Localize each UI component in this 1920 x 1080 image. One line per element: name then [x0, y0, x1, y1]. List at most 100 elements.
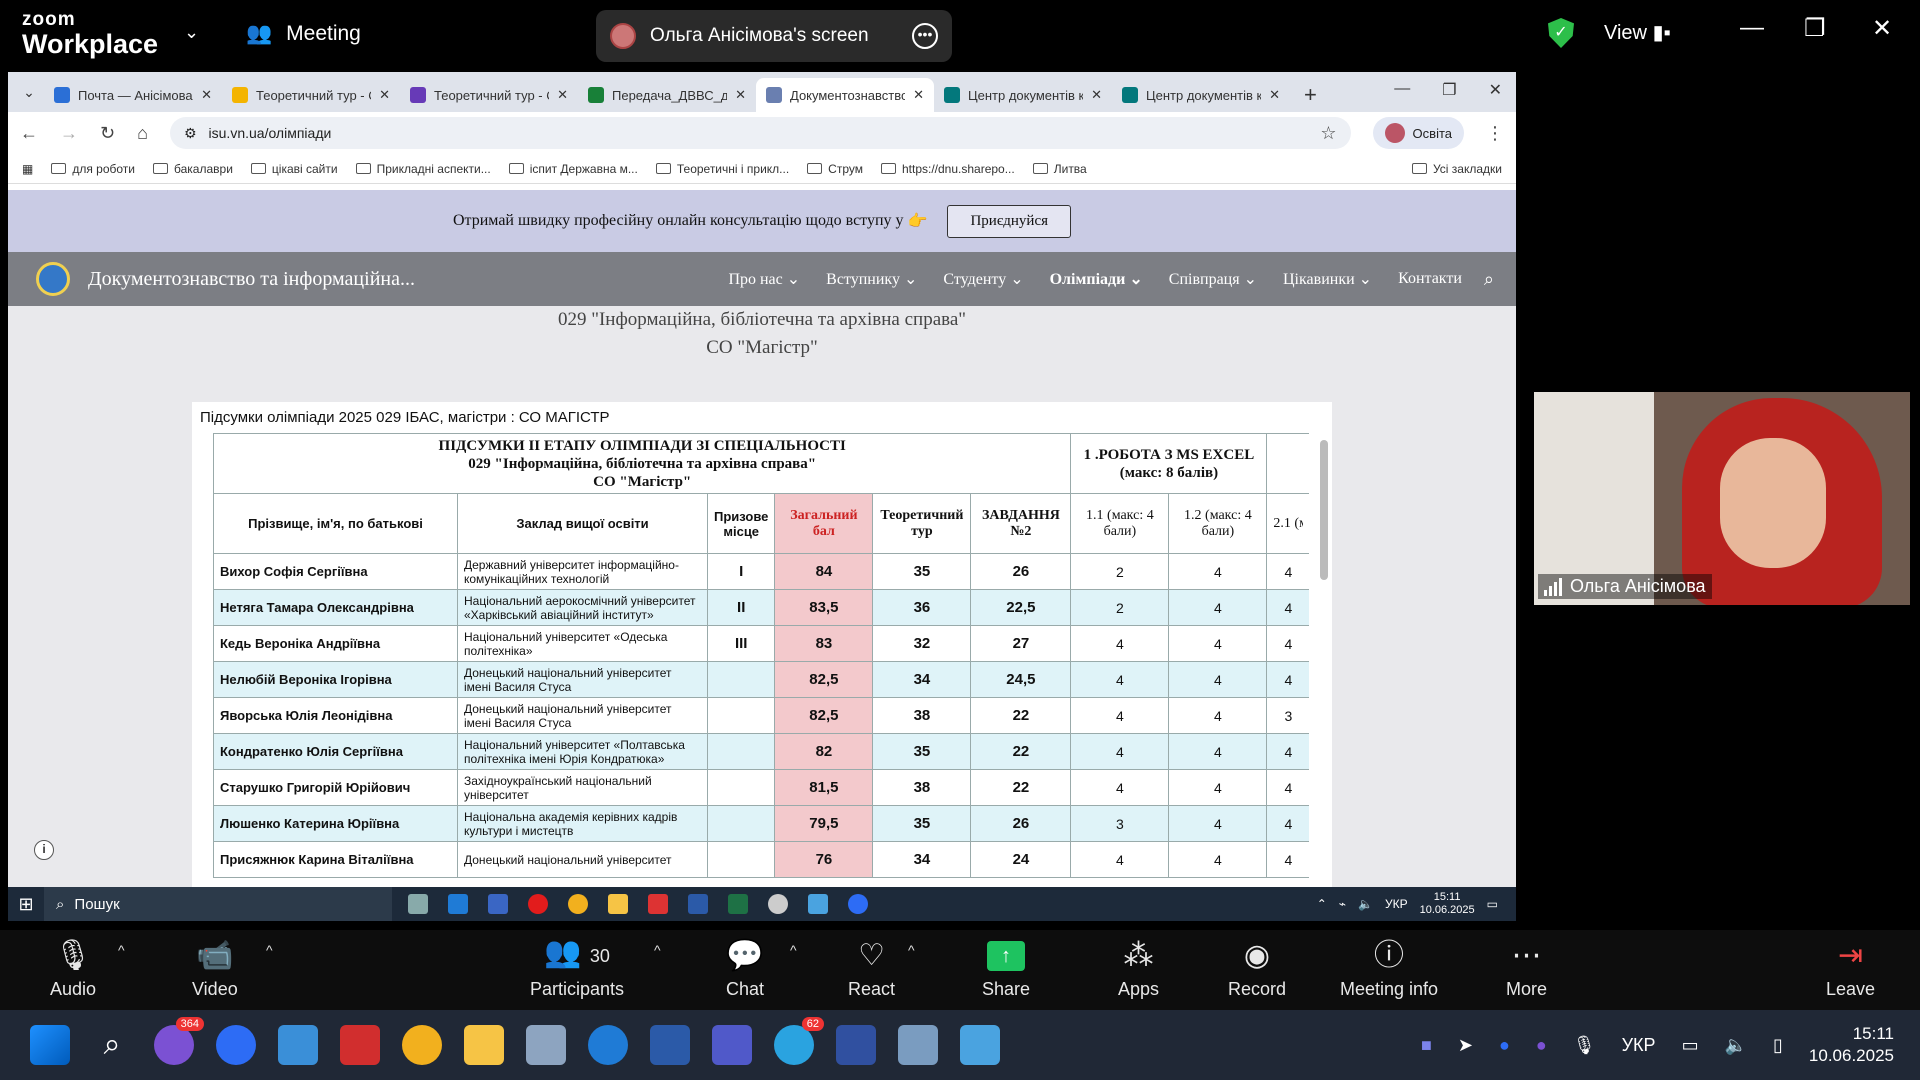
file-explorer-icon[interactable]	[464, 1025, 504, 1065]
react-options-caret[interactable]: ^	[908, 942, 915, 958]
menu-item[interactable]: Контакти	[1398, 270, 1462, 288]
meeting-menu[interactable]: 👥 Meeting	[246, 22, 361, 46]
site-info-icon[interactable]: ⚙	[184, 125, 197, 142]
pdf-icon[interactable]	[648, 894, 668, 914]
reload-icon[interactable]: ↻	[100, 123, 115, 144]
bookmark-item[interactable]: цікаві сайти	[250, 162, 338, 176]
participants-options-caret[interactable]: ^	[654, 942, 661, 958]
volume-icon[interactable]: 🔈	[1725, 1035, 1747, 1056]
profile-button[interactable]: Освіта	[1372, 117, 1464, 149]
video-button[interactable]: 📹 Video	[192, 930, 238, 1010]
network-icon[interactable]: ⌁	[1339, 897, 1346, 911]
restore-icon[interactable]: ❐	[1804, 14, 1826, 43]
bookmark-item[interactable]: Литва	[1032, 162, 1087, 176]
apps-button[interactable]: ⁂ Apps	[1118, 930, 1159, 1010]
restore-icon[interactable]: ❐	[1442, 80, 1456, 100]
language-indicator[interactable]: УКР	[1622, 1035, 1656, 1056]
search-icon[interactable]: ⌕	[1484, 269, 1494, 290]
menu-item[interactable]: Олімпіади ⌄	[1050, 269, 1143, 289]
pdf-editor-icon[interactable]	[340, 1025, 380, 1065]
telegram-icon[interactable]: 62	[774, 1017, 824, 1065]
app-icon[interactable]	[808, 894, 828, 914]
browser-menu-icon[interactable]: ⋮	[1486, 123, 1504, 144]
screen-share-indicator[interactable]: Ольга Анісімова's screen •••	[596, 10, 952, 62]
browser-tab[interactable]: Теоретичний тур - С ✕	[400, 78, 578, 112]
info-icon[interactable]: i	[34, 840, 54, 860]
word-icon[interactable]	[650, 1025, 690, 1065]
browser-tab[interactable]: Почта — Анісімова ✕	[44, 78, 222, 112]
browser-tab[interactable]: Центр документів к ✕	[934, 78, 1112, 112]
teams-tray-icon[interactable]: ■	[1421, 1035, 1432, 1056]
close-tab-icon[interactable]: ✕	[1269, 87, 1280, 103]
bookmark-star-icon[interactable]: ☆	[1320, 123, 1336, 144]
edge-icon[interactable]	[588, 1025, 628, 1065]
share-button[interactable]: ↑ Share	[982, 930, 1030, 1010]
taskbar-search[interactable]: ⌕ Пошук	[44, 887, 392, 921]
participant-video-tile[interactable]: Ольга Анісімова	[1534, 392, 1910, 605]
bookmark-item[interactable]: іспит Державна м...	[508, 162, 638, 176]
battery-icon[interactable]: ▯	[1773, 1035, 1783, 1056]
home-icon[interactable]: ⌂	[137, 123, 148, 144]
close-tab-icon[interactable]: ✕	[913, 87, 924, 103]
menu-item[interactable]: Студенту ⌄	[943, 269, 1023, 289]
audio-button[interactable]: 🎙 Audio	[50, 930, 96, 1010]
browser-tab[interactable]: Теоретичний тур - С ✕	[222, 78, 400, 112]
excel-icon[interactable]	[728, 894, 748, 914]
url-field[interactable]: ⚙ isu.vn.ua/олімпіади ☆	[169, 117, 1351, 149]
edge-icon[interactable]	[448, 894, 468, 914]
bookmark-item[interactable]: бакалаври	[153, 162, 233, 176]
viber-tray-icon[interactable]: ●	[1536, 1035, 1547, 1056]
close-icon[interactable]: ✕	[1489, 80, 1502, 100]
menu-item[interactable]: Співпраця ⌄	[1169, 269, 1257, 289]
close-tab-icon[interactable]: ✕	[557, 87, 568, 103]
join-button[interactable]: Приєднуйся	[947, 204, 1071, 238]
bookmark-item[interactable]: Прикладні аспекти...	[355, 162, 491, 176]
chrome-icon[interactable]	[568, 894, 588, 914]
apps-grid-icon[interactable]: ▦	[22, 162, 33, 176]
close-tab-icon[interactable]: ✕	[735, 87, 746, 103]
zoom-icon[interactable]	[848, 894, 868, 914]
browser-tab[interactable]: Центр документів к ✕	[1112, 78, 1290, 112]
back-icon[interactable]: ←	[20, 123, 38, 144]
audio-options-caret[interactable]: ^	[118, 942, 125, 958]
site-logo[interactable]	[36, 262, 70, 296]
menu-item[interactable]: Вступнику ⌄	[826, 269, 917, 289]
meeting-info-button[interactable]: ⓘ Meeting info	[1340, 930, 1438, 1010]
minimize-icon[interactable]: —	[1394, 80, 1410, 100]
close-icon[interactable]: ✕	[1872, 14, 1892, 43]
chat-button[interactable]: 💬 Chat	[726, 930, 764, 1010]
video-options-caret[interactable]: ^	[266, 942, 273, 958]
zoom-icon[interactable]	[216, 1025, 256, 1065]
opera-icon[interactable]	[528, 894, 548, 914]
search-icon[interactable]: ⌕	[92, 1025, 132, 1065]
chrome-icon[interactable]	[402, 1025, 442, 1065]
chevron-up-icon[interactable]: ⌃	[1317, 897, 1327, 911]
site-title[interactable]: Документознавство та інформаційна...	[88, 268, 415, 291]
app2-icon[interactable]	[960, 1025, 1000, 1065]
viber-icon[interactable]: 364	[154, 1017, 204, 1065]
tool-icon[interactable]	[898, 1025, 938, 1065]
new-tab-button[interactable]: +	[1304, 82, 1317, 108]
remote-language[interactable]: УКР	[1385, 897, 1408, 911]
system-clock[interactable]: 15:11 10.06.2025	[1809, 1023, 1894, 1067]
record-button[interactable]: ◉ Record	[1228, 930, 1286, 1010]
minimize-icon[interactable]: —	[1740, 14, 1764, 42]
leave-button[interactable]: ⇥ Leave	[1826, 930, 1875, 1010]
browser-tab[interactable]: Передача_ДВВС_д ✕	[578, 78, 756, 112]
zoom-tray-icon[interactable]: ●	[1499, 1035, 1510, 1056]
menu-item[interactable]: Цікавинки ⌄	[1283, 269, 1372, 289]
volume-icon[interactable]: 🔈	[1358, 897, 1373, 911]
table-scrollbar[interactable]	[1320, 440, 1328, 580]
chat-options-caret[interactable]: ^	[790, 942, 797, 958]
chrome-profile-icon[interactable]	[768, 894, 788, 914]
browser-tab[interactable]: Документознавство ✕	[756, 78, 934, 112]
react-button[interactable]: ♡ React	[848, 930, 895, 1010]
microphone-icon[interactable]: 🎙	[1573, 1035, 1596, 1056]
tab-search-icon[interactable]: ⌄	[14, 77, 44, 107]
close-tab-icon[interactable]: ✕	[201, 87, 212, 103]
bookmark-item[interactable]: https://dnu.sharepo...	[880, 162, 1015, 176]
bookmark-item[interactable]: Струм	[807, 162, 863, 176]
chevron-down-icon[interactable]: ⌄	[184, 22, 199, 43]
start-icon[interactable]: ⊞	[8, 894, 44, 915]
teams-icon[interactable]	[712, 1025, 752, 1065]
